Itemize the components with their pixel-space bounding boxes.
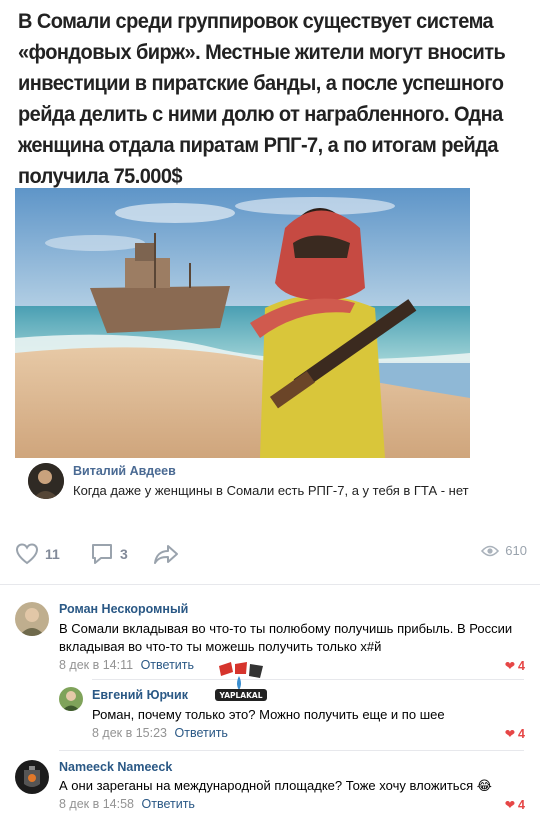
heart-icon: ❤ <box>504 798 516 812</box>
heart-icon: ❤ <box>504 727 516 741</box>
comment-like-count: 4 <box>518 658 525 673</box>
comment-like-button[interactable]: ❤ 4 <box>504 726 525 742</box>
reply-button[interactable]: Ответить <box>141 658 194 672</box>
watermark-text: YAPLAKAL <box>219 691 263 700</box>
comment-button[interactable]: 3 <box>90 543 128 565</box>
comment-like-button[interactable]: ❤ 4 <box>504 658 525 674</box>
views-counter: 610 <box>481 543 527 558</box>
comment-text: В Сомали вкладывая во что-то ты полюбому… <box>59 621 513 654</box>
headline-line: В Сомали среди группировок существует си… <box>18 9 494 33</box>
comment-author[interactable]: Nameeck Nameeck <box>59 760 172 774</box>
views-count: 610 <box>505 543 527 558</box>
comment-like-button[interactable]: ❤ 4 <box>504 797 525 813</box>
comment-meta: 8 дек в 15:23 Ответить <box>92 726 228 740</box>
divider <box>92 679 524 680</box>
comment-author[interactable]: Евгений Юрчик <box>92 688 188 702</box>
divider <box>59 750 524 751</box>
comment-author[interactable]: Роман Нескоромный <box>59 602 188 616</box>
comment-like-count: 4 <box>518 797 525 812</box>
quote-author-avatar[interactable] <box>28 463 64 499</box>
headline-line: «фондовых бирж». Местные жители могут вн… <box>18 40 506 64</box>
comment-date[interactable]: 8 дек в 14:58 <box>59 797 134 811</box>
headline-line: женщина отдала пиратам РПГ-7, а по итога… <box>18 133 498 157</box>
like-count: 11 <box>45 546 60 562</box>
comment-text: Роман, почему только это? Можно получить… <box>92 707 445 722</box>
post-photo[interactable] <box>15 188 470 458</box>
eye-icon <box>481 545 500 556</box>
reply-button[interactable]: Ответить <box>175 726 228 740</box>
quote-text: Когда даже у женщины в Сомали есть РПГ-7… <box>73 483 469 498</box>
comment-meta: 8 дек в 14:58 Ответить <box>59 797 195 811</box>
share-button[interactable] <box>153 543 179 565</box>
avatar[interactable] <box>59 687 83 711</box>
heart-icon: ❤ <box>504 659 516 673</box>
avatar[interactable] <box>15 602 49 636</box>
avatar[interactable] <box>15 760 49 794</box>
share-icon <box>154 545 178 564</box>
comment-date[interactable]: 8 дек в 14:11 <box>59 658 133 672</box>
headline-line: инвестиции в пиратские банды, а после ус… <box>18 71 504 95</box>
heart-outline-icon <box>15 543 39 565</box>
comment-like-count: 4 <box>518 726 525 741</box>
divider <box>0 584 540 585</box>
reply-button[interactable]: Ответить <box>142 797 195 811</box>
post-actions-bar: 11 3 610 <box>15 543 527 569</box>
comment-count: 3 <box>120 546 128 562</box>
comment-icon <box>92 544 112 564</box>
comment-meta: 8 дек в 14:11 Ответить <box>59 658 194 672</box>
comment-text: А они зареганы на международной площадке… <box>59 778 492 793</box>
quote-author-name[interactable]: Виталий Авдеев <box>73 464 176 478</box>
watermark-logo: YAPLAKAL <box>213 656 269 706</box>
headline-line: рейда делить с ними долю от награбленног… <box>18 102 503 126</box>
like-button[interactable]: 11 <box>15 543 60 565</box>
post-headline: В Сомали среди группировок существует си… <box>18 6 528 192</box>
comment-date[interactable]: 8 дек в 15:23 <box>92 726 167 740</box>
